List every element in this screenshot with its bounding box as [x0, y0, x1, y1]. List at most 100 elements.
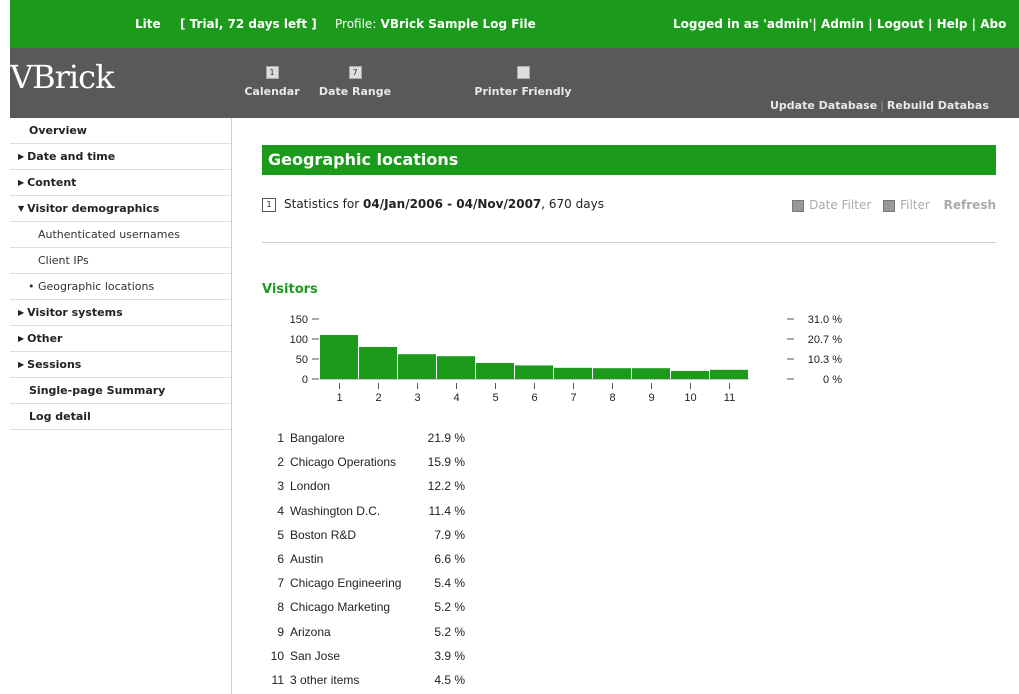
table-row: 1 Bangalore 21.9 %: [262, 426, 465, 450]
x-tick-label: 11: [724, 392, 735, 404]
sidebar-item-overview[interactable]: Overview: [10, 118, 231, 144]
bar: [671, 371, 709, 379]
y-tick-label: 150: [290, 314, 308, 326]
calendar-button[interactable]: 1 Calendar: [242, 66, 302, 98]
bar: [359, 347, 397, 379]
table-row: 8 Chicago Marketing 5.2 %: [262, 595, 465, 619]
vbrick-logo[interactable]: VBrick: [10, 58, 114, 96]
bar: [554, 367, 592, 379]
calendar-icon: 1: [265, 66, 279, 79]
right-tick-label: 20.7 %: [808, 334, 842, 346]
table-row: 11 3 other items 4.5 %: [262, 668, 465, 692]
row-number: 3: [277, 479, 284, 494]
date-range-button[interactable]: 7 Date Range: [315, 66, 395, 98]
table-row: 10 San Jose 3.9 %: [262, 644, 465, 668]
row-number: 1: [277, 431, 284, 446]
sidebar: Overview ▶ Date and time ▶ Content ▼ Visito…: [10, 118, 232, 694]
sidebar-item-label: Visitor demographics: [27, 202, 160, 215]
printer-friendly-label: Printer Friendly: [474, 85, 572, 98]
row-number: 9: [277, 624, 284, 639]
triangle-down-icon: ▼: [18, 204, 25, 213]
location-label: Chicago Marketing: [290, 600, 391, 615]
bar: [437, 356, 475, 379]
chart-title: Visitors: [262, 282, 318, 297]
location-label: Austin: [290, 552, 324, 567]
x-tick-label: 6: [531, 392, 537, 404]
percentage-value: 15.9 %: [427, 455, 465, 470]
percentage-value: 5.2 %: [434, 600, 465, 615]
triangle-right-icon: ▶: [18, 308, 25, 317]
logout-link[interactable]: Logout: [877, 17, 924, 31]
page-title: Geographic locations: [262, 145, 996, 175]
separator: |: [880, 99, 884, 112]
printer-friendly-button[interactable]: Printer Friendly: [458, 66, 588, 98]
about-link[interactable]: Abo: [980, 17, 1006, 31]
stats-suffix: , 670 days: [541, 197, 604, 211]
bar: [593, 368, 631, 379]
x-tick-label: 9: [648, 392, 654, 404]
right-tick-label: 10.3 %: [808, 354, 842, 366]
percentage-value: 11.4 %: [428, 503, 465, 518]
printer-icon: [516, 66, 530, 79]
rebuild-database-link[interactable]: Rebuild Databas: [887, 99, 989, 112]
x-tick-label: 5: [492, 392, 498, 404]
help-link[interactable]: Help: [937, 17, 968, 31]
profile-prefix: Profile:: [335, 17, 377, 31]
percentage-value: 5.4 %: [434, 576, 465, 591]
table-row: 4 Washington D.C. 11.4 %: [262, 499, 465, 523]
percentage-value: 3.9 %: [434, 648, 465, 663]
sidebar-item-geographic-locations[interactable]: • Geographic locations: [10, 274, 231, 300]
separator: |: [928, 17, 933, 31]
triangle-right-icon: ▶: [18, 152, 25, 161]
sidebar-item-label: Overview: [29, 124, 87, 137]
date-filter-checkbox[interactable]: [792, 199, 805, 212]
sidebar-item-label: Content: [27, 176, 77, 189]
sidebar-item-authenticated-usernames[interactable]: Authenticated usernames: [10, 222, 231, 248]
bar: [398, 354, 436, 379]
sidebar-item-log-detail[interactable]: Log detail: [10, 404, 231, 430]
x-tick-label: 8: [609, 392, 615, 404]
refresh-button[interactable]: Refresh: [944, 198, 996, 212]
bar: [476, 363, 514, 379]
sidebar-item-client-ips[interactable]: Client IPs: [10, 248, 231, 274]
location-label: Arizona: [290, 624, 331, 639]
database-links: Update Database | Rebuild Databas: [770, 99, 989, 112]
sidebar-item-label: Visitor systems: [27, 306, 123, 319]
percentage-value: 7.9 %: [434, 527, 465, 542]
sidebar-item-label: Authenticated usernames: [38, 228, 180, 241]
table-row: 7 Chicago Engineering 5.4 %: [262, 571, 465, 595]
sidebar-item-visitor-demographics[interactable]: ▼ Visitor demographics: [10, 196, 231, 222]
header: VBrick 1 Calendar 7 Date Range Printer F…: [10, 48, 1019, 118]
calendar-label: Calendar: [244, 85, 300, 98]
sidebar-item-label: Other: [27, 332, 63, 345]
location-label: Bangalore: [290, 431, 345, 446]
bullet-icon: •: [28, 280, 35, 293]
triangle-right-icon: ▶: [18, 334, 25, 343]
filter-checkbox[interactable]: [883, 199, 896, 212]
sidebar-item-content[interactable]: ▶ Content: [10, 170, 231, 196]
location-label: Washington D.C.: [290, 503, 381, 518]
locations-table: 1 Bangalore 21.9 % 2 Chicago Operations 15.9 …: [262, 426, 465, 692]
percentage-value: 12.2 %: [427, 479, 465, 494]
date-range-icon: 7: [348, 66, 362, 79]
main-content: Geographic locations 1 Statistics for 04/…: [232, 118, 1019, 694]
profile-name: VBrick Sample Log File: [380, 17, 536, 31]
table-row: 9 Arizona 5.2 %: [262, 620, 465, 644]
sidebar-item-sessions[interactable]: ▶ Sessions: [10, 352, 231, 378]
x-tick-label: 3: [414, 392, 420, 404]
x-tick-label: 4: [453, 392, 459, 404]
right-tick-label: 0 %: [823, 374, 842, 386]
sidebar-item-label: Date and time: [27, 150, 116, 163]
admin-link[interactable]: Admin: [821, 17, 864, 31]
sidebar-item-date-and-time[interactable]: ▶ Date and time: [10, 144, 231, 170]
user-links: Logged in as 'admin'| Admin | Logout | H…: [673, 17, 1006, 31]
sidebar-item-other[interactable]: ▶ Other: [10, 326, 231, 352]
triangle-right-icon: ▶: [18, 360, 25, 369]
bar: [320, 335, 358, 379]
calendar-icon[interactable]: 1: [262, 197, 276, 212]
row-number: 11: [271, 672, 284, 687]
sidebar-item-single-page-summary[interactable]: Single-page Summary: [10, 378, 231, 404]
sidebar-item-visitor-systems[interactable]: ▶ Visitor systems: [10, 300, 231, 326]
table-row: 3 London 12.2 %: [262, 474, 465, 498]
update-database-link[interactable]: Update Database: [770, 99, 877, 112]
